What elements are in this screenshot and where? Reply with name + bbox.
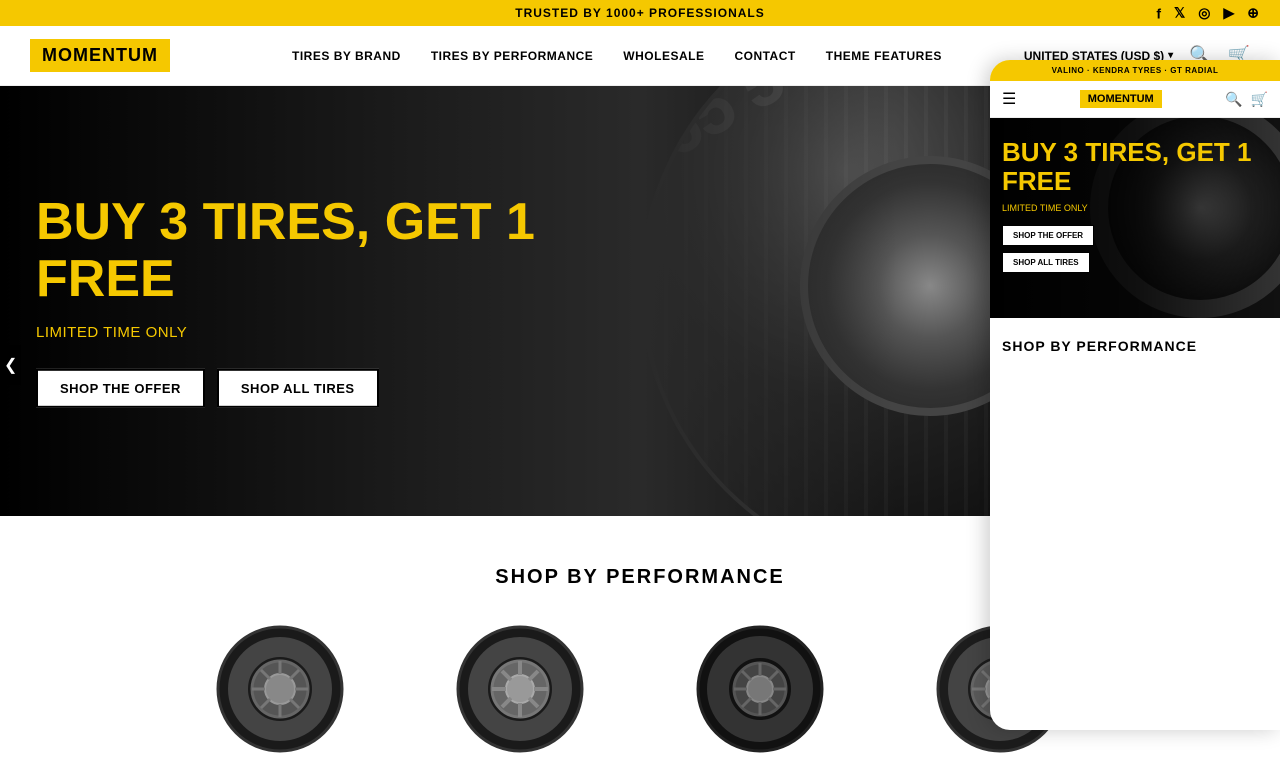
hero-buttons: SHOP THE OFFER SHOP ALL TIRES — [36, 369, 536, 408]
mobile-hamburger-icon[interactable]: ☰ — [1002, 89, 1016, 109]
mobile-cart-icon[interactable]: 🛒 — [1251, 91, 1268, 108]
hero-content: BUY 3 TIRES, GET 1 FREE LIMITED TIME ONL… — [36, 194, 536, 408]
shop-all-tires-button[interactable]: SHOP ALL TIRES — [217, 369, 379, 408]
mobile-top-bar: VALINO · KENDRA TYRES · GT RADIAL — [990, 60, 1280, 81]
hero-headline: BUY 3 TIRES, GET 1 FREE — [36, 194, 536, 308]
nav-links: TIRES BY BRAND TIRES BY PERFORMANCE WHOL… — [210, 49, 1024, 63]
youtube-icon[interactable]: ▶ — [1223, 5, 1235, 22]
mobile-shop-section: SHOP BY PERFORMANCE — [990, 318, 1280, 366]
nav-contact[interactable]: CONTACT — [734, 49, 795, 63]
top-bar: TRUSTED BY 1000+ PROFESSIONALS f 𝕏 ◎ ▶ ⊕ — [0, 0, 1280, 26]
tire-svg-1 — [215, 624, 345, 754]
tire-svg-2 — [455, 624, 585, 754]
pinterest-icon[interactable]: ⊕ — [1247, 5, 1260, 22]
tire-card-3[interactable] — [650, 629, 870, 749]
mobile-shop-offer-button[interactable]: SHOP THE OFFER — [1002, 225, 1094, 246]
top-bar-text: TRUSTED BY 1000+ PROFESSIONALS — [515, 6, 765, 20]
tire-image-2 — [430, 629, 610, 749]
facebook-icon[interactable]: f — [1156, 5, 1162, 21]
mobile-shop-all-tires-button[interactable]: SHOP ALL TIRES — [1002, 252, 1090, 273]
scroll-left-arrow[interactable]: ❮ — [0, 345, 21, 385]
nav-tires-by-performance[interactable]: TIRES BY PERFORMANCE — [431, 49, 593, 63]
tire-image-3 — [670, 629, 850, 749]
instagram-icon[interactable]: ◎ — [1198, 5, 1211, 22]
tire-card-1[interactable] — [170, 629, 390, 749]
mobile-logo[interactable]: MOMENTUM — [1080, 90, 1162, 108]
mobile-hero: BUY 3 TIRES, GET 1 FREE LIMITED TIME ONL… — [990, 118, 1280, 318]
social-icons: f 𝕏 ◎ ▶ ⊕ — [1156, 5, 1260, 22]
tire-svg-3 — [695, 624, 825, 754]
nav-tires-by-brand[interactable]: TIRES BY BRAND — [292, 49, 401, 63]
shop-offer-button[interactable]: SHOP THE OFFER — [36, 369, 205, 408]
mobile-nav: ☰ MOMENTUM 🔍 🛒 — [990, 81, 1280, 118]
mobile-preview-panel: VALINO · KENDRA TYRES · GT RADIAL ☰ MOME… — [990, 60, 1280, 730]
logo[interactable]: MOMENTUM — [30, 39, 170, 72]
scroll-arrow-icon: ❮ — [4, 357, 17, 374]
mobile-hero-content: BUY 3 TIRES, GET 1 FREE LIMITED TIME ONL… — [1002, 138, 1280, 279]
tire-image-1 — [190, 629, 370, 749]
hero-subtext: LIMITED TIME ONLY — [36, 324, 536, 341]
tire-card-2[interactable] — [410, 629, 630, 749]
nav-wholesale[interactable]: WHOLESALE — [623, 49, 704, 63]
nav-theme-features[interactable]: THEME FEATURES — [826, 49, 942, 63]
mobile-shop-title: SHOP BY PERFORMANCE — [1002, 338, 1268, 354]
mobile-hero-subtext: LIMITED TIME ONLY — [1002, 203, 1280, 213]
mobile-search-icon[interactable]: 🔍 — [1225, 91, 1242, 108]
mobile-hero-headline: BUY 3 TIRES, GET 1 FREE — [1002, 138, 1280, 195]
x-twitter-icon[interactable]: 𝕏 — [1174, 5, 1186, 22]
mobile-nav-icons: 🔍 🛒 — [1225, 91, 1268, 108]
